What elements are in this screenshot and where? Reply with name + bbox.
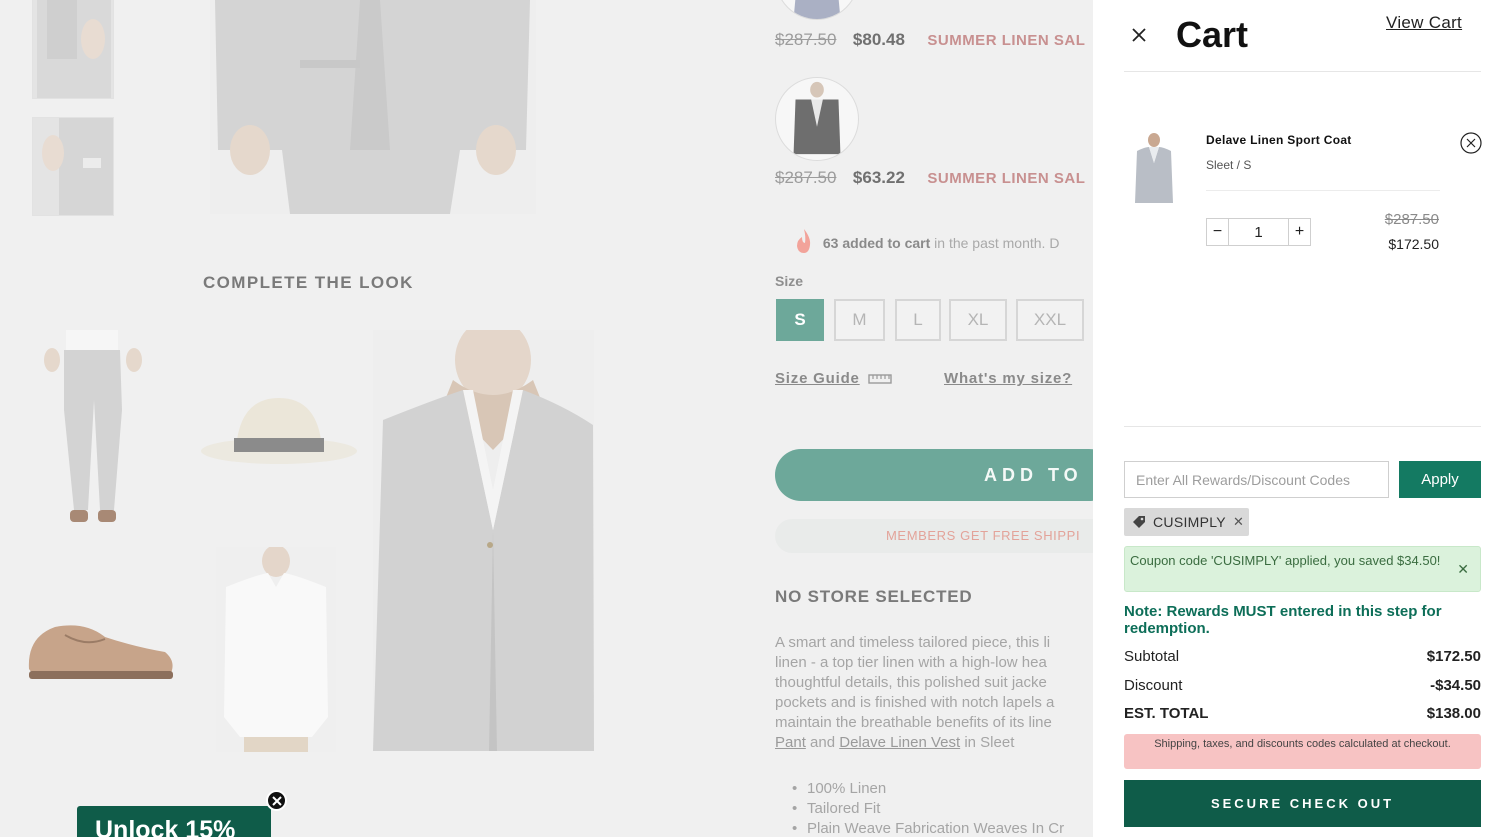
product-page-background: COMPLETE THE LOOK $287.50 $80.48 SUMMER … (0, 0, 1093, 837)
description-text: in Sleet (960, 734, 1015, 751)
increment-button[interactable]: + (1289, 219, 1310, 245)
tag-icon (1132, 515, 1146, 529)
look-item-shoe[interactable] (25, 617, 177, 683)
cart-item-original-price: $287.50 (1384, 211, 1439, 228)
size-label: Size (775, 273, 804, 289)
cart-title: Cart (1176, 14, 1249, 55)
description-line: pockets and is finished with notch lapel… (775, 694, 1055, 711)
divider (1124, 71, 1481, 72)
added-rest: in the past month. D (930, 235, 1060, 251)
total-value: $138.00 (1426, 705, 1481, 722)
look-item-hat[interactable] (200, 393, 358, 468)
size-option-s[interactable]: S (776, 299, 824, 341)
look-item-shirt[interactable] (216, 545, 336, 752)
size-guide-label: Size Guide (775, 370, 860, 387)
add-to-cart-button[interactable]: ADD TO C (775, 449, 1093, 501)
remove-item-icon[interactable] (1460, 132, 1482, 154)
fire-icon (795, 228, 813, 257)
variant-swatch[interactable] (775, 0, 859, 20)
variant-swatch[interactable] (775, 77, 859, 161)
size-option-m[interactable]: M (834, 299, 885, 341)
feature-list: 100% Linen Tailored Fit Plain Weave Fabr… (792, 779, 1064, 837)
variant-price-row: $287.50 $80.48 SUMMER LINEN SAL (775, 30, 1093, 50)
description-line: maintain the breathable benefits of its … (775, 714, 1052, 731)
promo-label: SUMMER LINEN SAL (927, 170, 1086, 187)
list-item: Plain Weave Fabrication Weaves In Cr (792, 819, 1064, 837)
promo-label: SUMMER LINEN SAL (927, 32, 1086, 49)
variant-price-row: $287.50 $63.22 SUMMER LINEN SAL (775, 168, 1093, 188)
members-shipping-banner: MEMBERS GET FREE SHIPPI (775, 519, 1093, 553)
thumbnail-image[interactable] (32, 0, 114, 99)
coupon-success-message: Coupon code 'CUSIMPLY' applied, you save… (1124, 546, 1481, 592)
divider (1124, 426, 1481, 427)
cart-item-name[interactable]: Delave Linen Sport Coat (1206, 133, 1352, 147)
secure-checkout-button[interactable]: SECURE CHECK OUT (1124, 780, 1481, 827)
close-icon[interactable] (1131, 27, 1147, 43)
divider (1206, 190, 1440, 191)
look-item-jacket[interactable] (373, 318, 594, 751)
complete-the-look-title: COMPLETE THE LOOK (203, 273, 414, 292)
cart-item-variant: Sleet / S (1206, 158, 1252, 172)
discount-row: Discount -$34.50 (1124, 677, 1481, 694)
subtotal-row: Subtotal $172.50 (1124, 648, 1481, 665)
vest-link[interactable]: Delave Linen Vest (839, 734, 960, 751)
remove-code-icon[interactable]: ✕ (1233, 514, 1244, 530)
quantity-value[interactable]: 1 (1228, 219, 1289, 245)
total-row: EST. TOTAL $138.00 (1124, 705, 1481, 722)
applied-code-label: CUSIMPLY (1153, 514, 1226, 530)
description-line: thoughtful details, this polished suit j… (775, 674, 1047, 691)
subtotal-label: Subtotal (1124, 648, 1180, 665)
view-cart-link[interactable]: View Cart (1386, 13, 1462, 33)
description-line: linen - a top tier linen with a high-low… (775, 654, 1047, 671)
decrement-button[interactable]: − (1207, 219, 1228, 245)
dismiss-message-icon[interactable]: ✕ (1457, 561, 1469, 578)
whats-my-size-label: What's my size? (944, 370, 1073, 387)
sale-price: $80.48 (852, 30, 905, 49)
product-description: A smart and timeless tailored piece, thi… (775, 633, 1093, 753)
added-count: 63 added to cart (822, 235, 931, 251)
original-price: $287.50 (775, 168, 837, 187)
unlock-discount-popup[interactable]: Unlock 15% (77, 806, 271, 837)
size-option-l[interactable]: L (895, 299, 941, 341)
rewards-note: Note: Rewards MUST entered in this step … (1124, 603, 1442, 637)
shipping-note: Shipping, taxes, and discounts codes cal… (1124, 734, 1481, 769)
subtotal-value: $172.50 (1426, 648, 1481, 665)
description-line: A smart and timeless tailored piece, thi… (775, 634, 1051, 651)
cart-item-price: $172.50 (1388, 236, 1439, 252)
apply-button[interactable]: Apply (1399, 461, 1481, 498)
whats-my-size-link[interactable]: What's my size? (944, 370, 1072, 388)
look-item-pant[interactable] (38, 330, 144, 536)
sale-price: $63.22 (852, 168, 905, 187)
applied-code-chip: CUSIMPLY ✕ (1124, 508, 1249, 536)
popup-close-icon[interactable] (266, 790, 287, 811)
size-option-xl[interactable]: XL (949, 299, 1007, 341)
discount-value: -$34.50 (1430, 677, 1481, 694)
discount-code-input[interactable] (1124, 461, 1389, 498)
total-label: EST. TOTAL (1124, 705, 1209, 722)
list-item: Tailored Fit (792, 799, 1064, 819)
list-item: 100% Linen (792, 779, 1064, 799)
quantity-stepper[interactable]: − 1 + (1206, 218, 1311, 246)
ruler-icon (868, 371, 892, 389)
size-guide-link[interactable]: Size Guide (775, 370, 892, 389)
cart-item-image[interactable] (1131, 133, 1177, 205)
social-proof: 63 added to cart in the past month. D (795, 228, 1093, 257)
original-price: $287.50 (775, 30, 837, 49)
size-option-xxl[interactable]: XXL (1016, 299, 1084, 341)
description-text: and (805, 734, 840, 751)
description-line: Pant and Delave Linen Vest in Sleet (775, 733, 1093, 753)
discount-label: Discount (1124, 677, 1183, 694)
main-product-image (210, 0, 536, 214)
store-selected: NO STORE SELECTED (775, 587, 973, 606)
thumbnail-image[interactable] (32, 117, 114, 216)
cart-drawer: Cart View Cart Delave Linen Sport Coat S… (1093, 0, 1500, 837)
success-text: Coupon code 'CUSIMPLY' applied, you save… (1130, 553, 1441, 568)
pant-link[interactable]: Pant (775, 734, 806, 751)
